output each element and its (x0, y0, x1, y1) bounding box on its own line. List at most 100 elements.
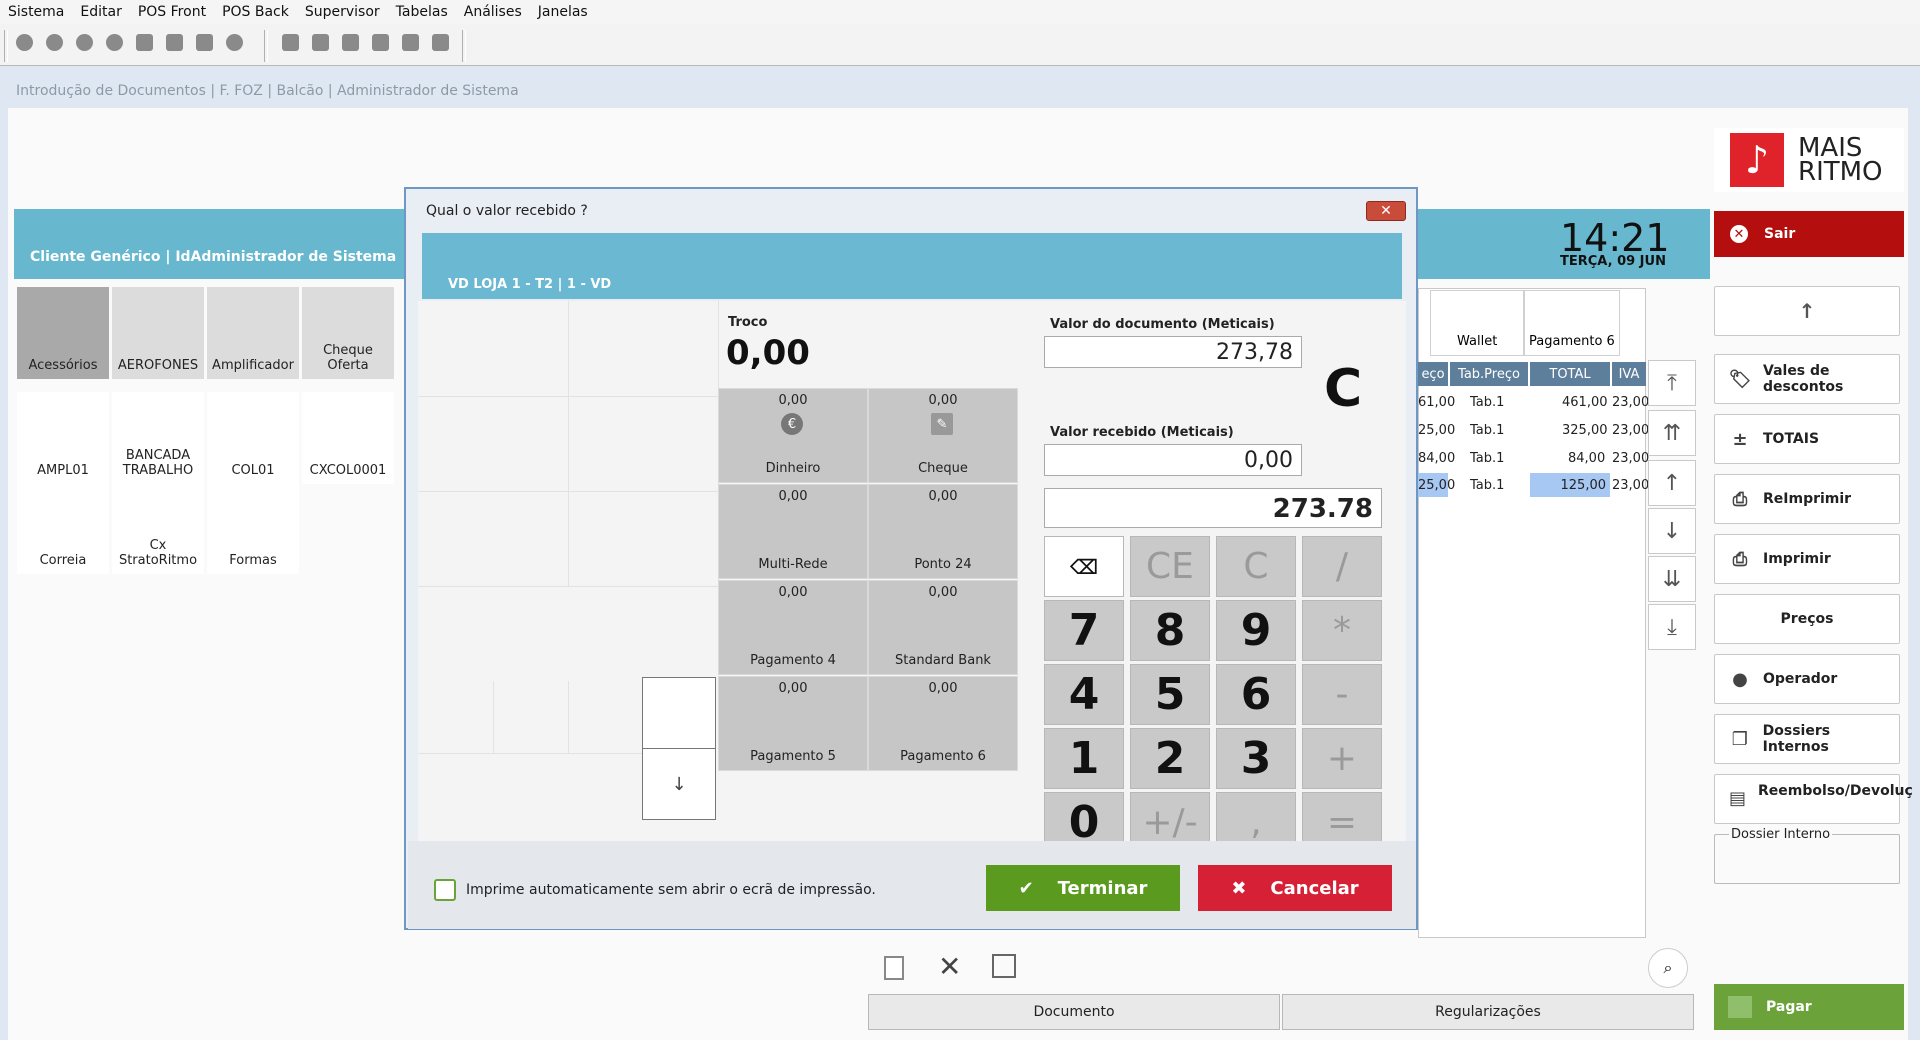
key-6[interactable]: 6 (1216, 664, 1296, 725)
dossier-interno-box[interactable]: Dossier Interno (1714, 827, 1900, 884)
terminar-button[interactable]: ✔ Terminar (986, 865, 1180, 911)
key-7[interactable]: 7 (1044, 600, 1124, 661)
menu-editar[interactable]: Editar (72, 4, 129, 20)
table-header-total[interactable]: TOTAL (1530, 362, 1610, 386)
toolbar-icon-9[interactable] (282, 34, 299, 51)
tab-documento[interactable]: Documento (868, 994, 1280, 1030)
table-header-preco[interactable]: eço (1418, 362, 1448, 386)
sair-button[interactable]: ✕ Sair (1714, 211, 1904, 257)
payment-cheque[interactable]: 0,00 ✎ Cheque (868, 388, 1018, 483)
auto-print-checkbox[interactable] (434, 879, 456, 901)
toolbar-icon-10[interactable] (312, 34, 329, 51)
row-down-button[interactable]: ↓ (1648, 508, 1696, 554)
table-cell-tab[interactable]: Tab.1 (1470, 418, 1504, 442)
toolbar-icon-6[interactable] (166, 34, 183, 51)
key-3[interactable]: 3 (1216, 728, 1296, 789)
payment-multi-rede[interactable]: 0,00 Multi-Rede (718, 484, 868, 579)
toolbar-icon-13[interactable] (402, 34, 419, 51)
toolbar-icon-8[interactable] (226, 34, 243, 51)
toolbar-icon-1[interactable] (16, 34, 33, 51)
key-c[interactable]: C (1216, 536, 1296, 597)
valor-recebido-field[interactable]: 0,00 (1044, 444, 1302, 476)
reimprimir-button[interactable]: ⎙ ReImprimir (1714, 474, 1900, 524)
menu-supervisor[interactable]: Supervisor (297, 4, 388, 20)
product-tile[interactable]: COL01 (207, 392, 299, 484)
new-document-icon[interactable] (884, 956, 904, 980)
product-tile[interactable]: Formas (207, 482, 299, 574)
toolbar-icon-3[interactable] (76, 34, 93, 51)
toolbar-icon-11[interactable] (342, 34, 359, 51)
key-plus[interactable]: + (1302, 728, 1382, 789)
key-2[interactable]: 2 (1130, 728, 1210, 789)
key-minus[interactable]: - (1302, 664, 1382, 725)
payment-ponto24[interactable]: 0,00 Ponto 24 (868, 484, 1018, 579)
dialog-close-button[interactable]: ✕ (1366, 201, 1406, 221)
cheque-icon: ✎ (931, 413, 953, 435)
menu-pos-front[interactable]: POS Front (130, 4, 214, 20)
move-bottom-button[interactable]: ⤓ (1648, 604, 1696, 650)
move-top-button[interactable]: ⤒ (1648, 360, 1696, 406)
search-icon[interactable]: ⌕ (1648, 948, 1688, 988)
product-tile[interactable]: BANCADA TRABALHO (112, 392, 204, 484)
toolbar-icon-4[interactable] (106, 34, 123, 51)
cancelar-button[interactable]: ✖ Cancelar (1198, 865, 1392, 911)
table-cell-tab[interactable]: Tab.1 (1470, 446, 1504, 470)
page-down-button[interactable]: ⇊ (1648, 556, 1696, 602)
key-divide[interactable]: / (1302, 536, 1382, 597)
double-arrow-down-icon: ⇊ (1662, 566, 1682, 592)
table-cell-tab[interactable]: Tab.1 (1470, 473, 1504, 497)
scroll-up-pad[interactable] (642, 677, 716, 749)
menu-janelas[interactable]: Janelas (530, 4, 596, 20)
key-8[interactable]: 8 (1130, 600, 1210, 661)
delete-icon[interactable]: ✕ (938, 950, 961, 983)
scroll-up-button[interactable]: ↑ (1714, 286, 1900, 336)
vales-button[interactable]: 🏷 Vales de descontos (1714, 354, 1900, 404)
payment-standard-bank[interactable]: 0,00 Standard Bank (868, 580, 1018, 675)
category-tile[interactable]: Amplificador (207, 287, 299, 379)
tab-regularizacoes[interactable]: Regularizações (1282, 994, 1694, 1030)
key-ce[interactable]: CE (1130, 536, 1210, 597)
edit-document-icon[interactable] (992, 954, 1016, 978)
product-tile[interactable]: Cx StratoRitmo (112, 482, 204, 574)
key-1[interactable]: 1 (1044, 728, 1124, 789)
toolbar-icon-2[interactable] (46, 34, 63, 51)
key-5[interactable]: 5 (1130, 664, 1210, 725)
toolbar-separator (4, 30, 8, 62)
category-tile[interactable]: Acessórios (17, 287, 109, 379)
totais-button[interactable]: ± TOTAIS (1714, 414, 1900, 464)
payment-pagamento5[interactable]: 0,00 Pagamento 5 (718, 676, 868, 771)
precos-button[interactable]: Preços (1714, 594, 1900, 644)
scroll-down-pad[interactable]: ↓ (642, 748, 716, 820)
payment-pagamento6[interactable]: 0,00 Pagamento 6 (868, 676, 1018, 771)
category-tile[interactable]: AEROFONES (112, 287, 204, 379)
toolbar-icon-14[interactable] (432, 34, 449, 51)
toolbar-icon-7[interactable] (196, 34, 213, 51)
reembolso-button[interactable]: ▤ Reembolso/Devoluç (1714, 774, 1913, 824)
pagar-button[interactable]: Pagar (1714, 984, 1904, 1030)
product-tile[interactable]: CXCOL0001 (302, 392, 394, 484)
table-cell-tab[interactable]: Tab.1 (1470, 390, 1504, 414)
toolbar-icon-5[interactable] (136, 34, 153, 51)
table-header-tabpreco[interactable]: Tab.Preço (1450, 362, 1528, 386)
menu-tabelas[interactable]: Tabelas (388, 4, 456, 20)
key-9[interactable]: 9 (1216, 600, 1296, 661)
row-up-button[interactable]: ↑ (1648, 460, 1696, 506)
menu-analises[interactable]: Análises (456, 4, 530, 20)
category-tile[interactable]: Cheque Oferta (302, 287, 394, 379)
empty-slot (418, 396, 569, 492)
menu-sistema[interactable]: Sistema (0, 4, 72, 20)
table-header-iva[interactable]: IVA (1612, 362, 1646, 386)
imprimir-button[interactable]: ⎙ Imprimir (1714, 534, 1900, 584)
menu-pos-back[interactable]: POS Back (214, 4, 297, 20)
page-up-button[interactable]: ⇈ (1648, 410, 1696, 456)
key-multiply[interactable]: * (1302, 600, 1382, 661)
product-tile[interactable]: Correia (17, 482, 109, 574)
toolbar-icon-12[interactable] (372, 34, 389, 51)
operador-button[interactable]: ● Operador (1714, 654, 1900, 704)
payment-dinheiro[interactable]: 0,00 € Dinheiro (718, 388, 868, 483)
key-4[interactable]: 4 (1044, 664, 1124, 725)
product-tile[interactable]: AMPL01 (17, 392, 109, 484)
backspace-key[interactable]: ⌫ (1044, 536, 1124, 597)
dossiers-button[interactable]: ❐ Dossiers Internos (1714, 714, 1900, 764)
payment-pagamento4[interactable]: 0,00 Pagamento 4 (718, 580, 868, 675)
